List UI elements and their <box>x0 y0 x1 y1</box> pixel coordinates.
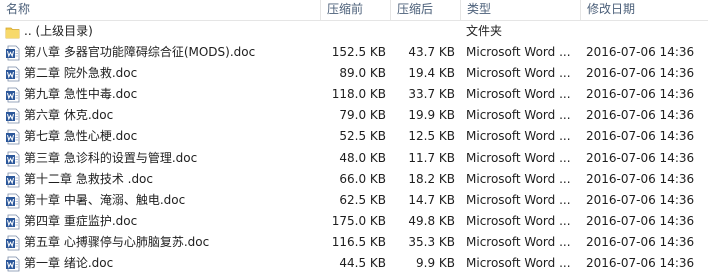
file-size-after: 18.2 KB <box>408 171 455 186</box>
file-row[interactable]: 第六章 休克.doc 79.0 KB 19.9 KB Microsoft Word .… <box>0 105 708 126</box>
word-document-icon <box>6 108 20 124</box>
file-modified-date: 2016-07-06 14:36 <box>586 234 695 249</box>
file-size-after: 9.9 KB <box>416 256 455 271</box>
file-name: 第十二章 急救技术 .doc <box>24 171 154 186</box>
file-size-before: 66.0 KB <box>339 171 386 186</box>
file-name: 第五章 心搏骤停与心肺脑复苏.doc <box>24 234 210 249</box>
word-document-icon <box>6 172 20 188</box>
file-size-before: 48.0 KB <box>339 150 386 165</box>
parent-directory-label: .. (上级目录) <box>24 24 93 38</box>
file-type: Microsoft Word ... <box>466 108 571 123</box>
file-name: 第一章 绪论.doc <box>24 256 114 271</box>
file-type: Microsoft Word ... <box>466 213 571 228</box>
file-size-after: 19.4 KB <box>408 66 455 81</box>
file-size-after: 14.7 KB <box>408 192 455 207</box>
word-document-icon <box>6 193 20 209</box>
word-document-icon <box>6 130 20 145</box>
word-document-icon <box>6 235 20 251</box>
word-document-icon <box>6 256 20 272</box>
file-size-before: 44.5 KB <box>339 256 386 271</box>
column-header-bar: 名称 压缩前 压缩后 类型 修改日期 <box>0 0 708 21</box>
file-row[interactable]: 第十章 中暑、淹溺、触电.doc 62.5 KB 14.7 KB Microsoft … <box>0 190 708 211</box>
file-modified-date: 2016-07-06 14:36 <box>586 45 695 60</box>
file-name: 第三章 急诊科的设置与管理.doc <box>24 150 198 165</box>
file-name: 第二章 院外急救.doc <box>24 66 138 81</box>
folder-icon <box>5 27 20 39</box>
file-row[interactable]: 第四章 重症监护.doc 175.0 KB 49.8 KB Microsoft Wor… <box>0 211 708 232</box>
file-type: Microsoft Word ... <box>466 256 571 271</box>
file-modified-date: 2016-07-06 14:36 <box>586 87 695 102</box>
file-size-after: 12.5 KB <box>408 129 455 144</box>
word-document-icon <box>6 214 20 230</box>
parent-directory-type: 文件夹 <box>466 24 503 38</box>
file-size-after: 43.7 KB <box>408 45 455 60</box>
file-row[interactable]: 第九章 急性中毒.doc 118.0 KB 33.7 KB Microsoft Wor… <box>0 84 708 105</box>
column-header-type[interactable]: 类型 <box>461 0 581 20</box>
file-size-after: 49.8 KB <box>408 213 455 228</box>
file-row[interactable]: 第十二章 急救技术 .doc 66.0 KB 18.2 KB Microsoft Wo… <box>0 169 708 190</box>
file-row[interactable]: 第五章 心搏骤停与心肺脑复苏.doc 116.5 KB 35.3 KB Microso… <box>0 232 708 253</box>
file-modified-date: 2016-07-06 14:36 <box>586 150 695 165</box>
file-size-before: 116.5 KB <box>331 234 386 249</box>
file-row[interactable]: 第七章 急性心梗.doc 52.5 KB 12.5 KB Microsoft Word… <box>0 126 708 147</box>
file-type: Microsoft Word ... <box>466 129 571 144</box>
file-type: Microsoft Word ... <box>466 171 571 186</box>
column-header-modified[interactable]: 修改日期 <box>581 0 708 20</box>
file-type: Microsoft Word ... <box>466 150 571 165</box>
file-row[interactable]: 第三章 急诊科的设置与管理.doc 48.0 KB 11.7 KB Microsoft… <box>0 148 708 169</box>
file-modified-date: 2016-07-06 14:36 <box>586 256 695 271</box>
column-header-compressed-after[interactable]: 压缩后 <box>391 0 461 20</box>
file-type: Microsoft Word ... <box>466 234 571 249</box>
file-size-before: 118.0 KB <box>331 87 386 102</box>
word-document-icon <box>6 45 20 61</box>
file-list-pane: 名称 压缩前 压缩后 类型 修改日期 .. (上级目录) 文件夹 第八章 多器官… <box>0 0 708 279</box>
file-row[interactable]: 第一章 绪论.doc 44.5 KB 9.9 KB Microsoft Word ..… <box>0 253 708 274</box>
file-modified-date: 2016-07-06 14:36 <box>586 171 695 186</box>
file-size-after: 19.9 KB <box>408 108 455 123</box>
file-list: .. (上级目录) 文件夹 第八章 多器官功能障碍综合征(MODS).doc 15… <box>0 21 708 274</box>
file-size-before: 152.5 KB <box>331 45 386 60</box>
file-modified-date: 2016-07-06 14:36 <box>586 108 695 123</box>
file-name: 第十章 中暑、淹溺、触电.doc <box>24 192 186 207</box>
parent-directory-row[interactable]: .. (上级目录) 文件夹 <box>0 21 708 42</box>
file-size-after: 33.7 KB <box>408 87 455 102</box>
file-name: 第六章 休克.doc <box>24 108 114 123</box>
file-modified-date: 2016-07-06 14:36 <box>586 66 695 81</box>
file-size-before: 175.0 KB <box>331 213 386 228</box>
file-size-before: 62.5 KB <box>339 192 386 207</box>
word-document-icon <box>6 66 20 82</box>
word-document-icon <box>6 87 20 103</box>
file-name: 第七章 急性心梗.doc <box>24 129 138 144</box>
file-type: Microsoft Word ... <box>466 87 571 102</box>
column-header-compressed-before[interactable]: 压缩前 <box>321 0 391 20</box>
column-header-name[interactable]: 名称 <box>0 0 321 20</box>
file-name: 第八章 多器官功能障碍综合征(MODS).doc <box>24 45 256 60</box>
file-size-after: 35.3 KB <box>408 234 455 249</box>
file-modified-date: 2016-07-06 14:36 <box>586 213 695 228</box>
file-type: Microsoft Word ... <box>466 192 571 207</box>
file-row[interactable]: 第二章 院外急救.doc 89.0 KB 19.4 KB Microsoft Word… <box>0 63 708 84</box>
file-size-before: 89.0 KB <box>339 66 386 81</box>
file-size-after: 11.7 KB <box>408 150 455 165</box>
file-size-before: 52.5 KB <box>339 129 386 144</box>
file-row[interactable]: 第八章 多器官功能障碍综合征(MODS).doc 152.5 KB 43.7 KB M… <box>0 42 708 63</box>
file-name: 第九章 急性中毒.doc <box>24 87 138 102</box>
file-modified-date: 2016-07-06 14:36 <box>586 129 695 144</box>
word-document-icon <box>6 151 20 166</box>
file-type: Microsoft Word ... <box>466 66 571 81</box>
file-type: Microsoft Word ... <box>466 45 571 60</box>
file-modified-date: 2016-07-06 14:36 <box>586 192 695 207</box>
file-name: 第四章 重症监护.doc <box>24 213 138 228</box>
file-size-before: 79.0 KB <box>339 108 386 123</box>
